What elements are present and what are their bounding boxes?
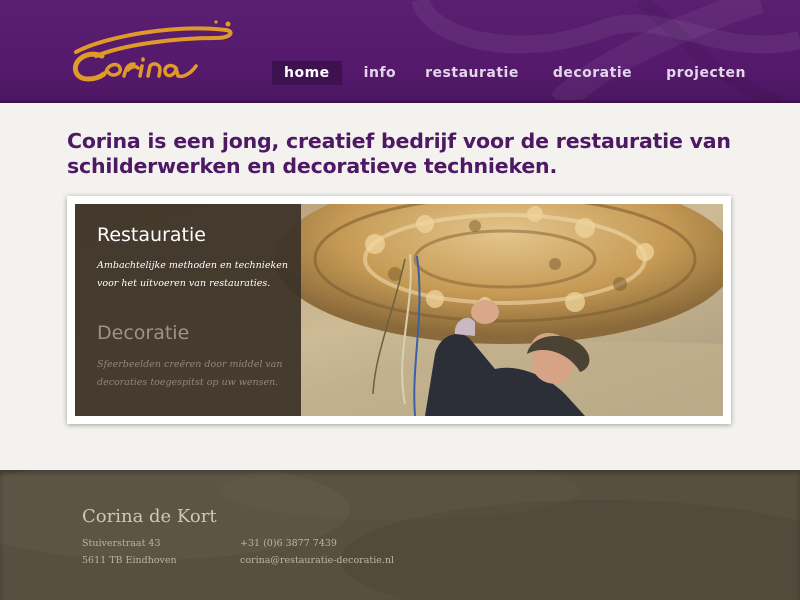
footer-contact-name: Corina de Kort	[82, 506, 217, 527]
slider-viewport: Restauratie Ambachtelijke methoden en te…	[75, 204, 723, 416]
main-content: Corina is een jong, creatief bedrijf voo…	[0, 103, 800, 470]
main-navigation: home info restauratie decoratie projecte…	[272, 61, 746, 85]
slide-desc-decoratie: Sfeerbeelden creëren door middel van dec…	[97, 359, 283, 388]
nav-item-info[interactable]: info	[364, 61, 396, 85]
nav-item-decoratie[interactable]: decoratie	[553, 61, 632, 85]
footer-address-street: Stuiverstraat 43	[82, 538, 161, 549]
nav-item-home[interactable]: home	[272, 61, 342, 85]
page-headline: Corina is een jong, creatief bedrijf voo…	[67, 129, 731, 178]
footer-address-city: 5611 TB Eindhoven	[82, 555, 177, 566]
footer-texture	[340, 500, 800, 600]
slide-desc-restauratie: Ambachtelijke methoden en technieken voo…	[97, 260, 288, 289]
site-header: home info restauratie decoratie projecte…	[0, 0, 800, 103]
footer-email-link[interactable]: corina@restauratie-decoratie.nl	[240, 555, 394, 566]
nav-item-projecten[interactable]: projecten	[666, 61, 746, 85]
slider-caption-panel: Restauratie Ambachtelijke methoden en te…	[75, 204, 301, 416]
site-footer: Corina de Kort Stuiverstraat 43 5611 TB …	[0, 470, 800, 600]
corina-logo[interactable]	[66, 16, 236, 86]
footer-phone: +31 (0)6 3877 7439	[240, 538, 337, 549]
slide-title-restauratie[interactable]: Restauratie	[97, 224, 297, 246]
nav-item-restauratie[interactable]: restauratie	[425, 61, 519, 85]
slide-title-decoratie[interactable]: Decoratie	[97, 322, 297, 344]
corina-logo-mark	[72, 20, 233, 82]
feature-slider: Restauratie Ambachtelijke methoden en te…	[67, 196, 731, 424]
